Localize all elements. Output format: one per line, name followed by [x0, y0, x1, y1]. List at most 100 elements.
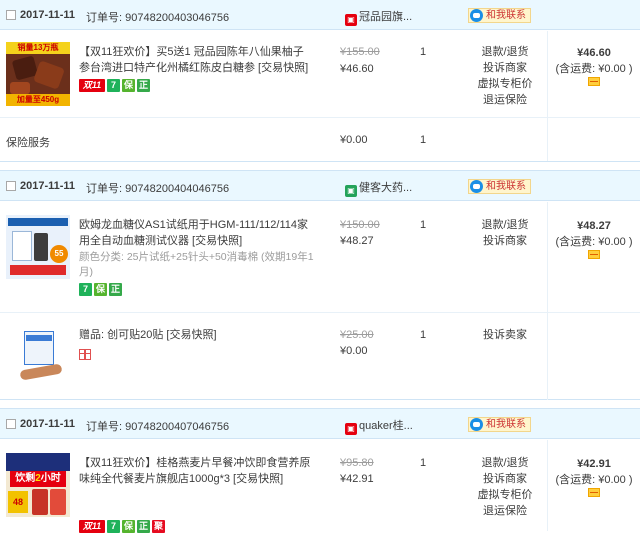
seven-day-return-tag[interactable]: 7	[107, 79, 120, 92]
gift-item: 赠品: 创可贴20贴 [交易快照] ¥25.00 ¥0.00 1 投诉卖家	[0, 313, 640, 399]
guarantee-tag[interactable]: 保	[94, 283, 107, 296]
order-select-checkbox[interactable]	[6, 419, 16, 429]
seven-day-return-tag[interactable]: 7	[107, 520, 120, 533]
product-image[interactable]: 销量13万瓶 加量至450g	[6, 42, 70, 106]
tmall-shop-icon: ▣	[345, 423, 357, 435]
complain-seller-link[interactable]: 投诉卖家	[470, 327, 540, 343]
image-header-bar	[8, 218, 68, 226]
product-image[interactable]: 饮剩2小时 48	[6, 453, 70, 517]
product-title-link[interactable]: 欧姆龙血糖仪AS1试纸用于HGM-111/112/114家用全自动血糖测试仪器 …	[79, 217, 314, 249]
price-badge: 55	[50, 245, 68, 263]
double11-tag[interactable]: 双11	[79, 520, 105, 533]
order-total: ¥42.91	[577, 458, 611, 470]
gift-paid-price: ¥0.00	[340, 345, 368, 357]
order-date: 2017-11-11	[20, 9, 76, 21]
oat-can-2	[50, 489, 66, 515]
order-item: 55 欧姆龙血糖仪AS1试纸用于HGM-111/112/114家用全自动血糖测试…	[0, 201, 640, 313]
complain-seller-link[interactable]: 投诉商家	[470, 471, 540, 487]
guarantee-tag[interactable]: 保	[122, 79, 135, 92]
order-number: 订单号: 90748200404046756	[86, 183, 230, 195]
contact-seller-button[interactable]: 和我联系	[468, 417, 531, 432]
product-title-link[interactable]: 【双11狂欢价】桂格燕麦片早餐冲饮即食营养原味纯全代餐麦片旗舰店1000g*3 …	[79, 455, 314, 487]
credit-card-icon[interactable]	[588, 488, 600, 497]
paid-price: ¥42.91	[340, 473, 374, 485]
quantity: 1	[420, 219, 427, 231]
tmall-shop-icon: ▣	[345, 14, 357, 26]
credit-card-icon[interactable]	[588, 250, 600, 259]
image-slogan: 饮剩2小时	[10, 471, 66, 487]
complain-seller-link[interactable]: 投诉商家	[470, 233, 540, 249]
chat-bubble-icon	[470, 418, 483, 431]
gather-tag[interactable]: 聚	[152, 520, 165, 533]
tmall-shop-icon: ▣	[345, 185, 357, 197]
order-total-column: ¥42.91 (含运费: ¥0.00 )	[547, 440, 640, 531]
image-sub-text: 加量至450g	[6, 94, 70, 106]
freight-note: (含运费: ¥0.00 )	[555, 236, 633, 248]
product-image[interactable]: 55	[6, 215, 70, 279]
quantity: 1	[420, 46, 427, 58]
original-price: ¥155.00	[340, 46, 380, 58]
contact-seller-button[interactable]: 和我联系	[468, 8, 531, 23]
item-actions: 退款/退货 投诉商家 虚拟专柜价 退运保险	[470, 455, 540, 519]
chat-bubble-icon	[470, 180, 483, 193]
service-row: 保险服务 ¥0.00 1	[0, 118, 640, 160]
gift-icon	[79, 349, 91, 360]
seven-day-return-tag[interactable]: 7	[79, 283, 92, 296]
service-tags: 双11 7 保正聚	[79, 520, 167, 534]
gift-box-stripe	[26, 335, 52, 341]
service-price: ¥0.00	[340, 134, 368, 146]
refund-return-link[interactable]: 退款/退货	[470, 455, 540, 471]
product-title-link[interactable]: 【双11狂欢价】买5送1 冠品园陈年八仙果柚子参台湾进口特产化州橘红陈皮白糖参 …	[79, 44, 314, 76]
gift-image[interactable]	[6, 325, 70, 389]
genuine-tag[interactable]: 正	[137, 79, 150, 92]
order-select-checkbox[interactable]	[6, 10, 16, 20]
return-insurance-link[interactable]: 退运保险	[470, 92, 540, 108]
order-header: 2017-11-11 订单号: 90748200404046756 ▣ 健客大药.…	[0, 171, 640, 201]
original-price: ¥150.00	[340, 219, 380, 231]
order-item: 销量13万瓶 加量至450g 【双11狂欢价】买5送1 冠品园陈年八仙果柚子参台…	[0, 30, 640, 118]
genuine-tag[interactable]: 正	[109, 283, 122, 296]
item-actions: 退款/退货 投诉商家 虚拟专柜价 退运保险	[470, 44, 540, 108]
order-select-checkbox[interactable]	[6, 181, 16, 191]
order-total-column: ¥48.27 (含运费: ¥0.00 )	[547, 202, 640, 400]
shop-name-link[interactable]: ▣ 健客大药...	[345, 179, 412, 197]
return-insurance-link[interactable]: 退运保险	[470, 503, 540, 519]
gift-title-link[interactable]: 赠品: 创可贴20贴 [交易快照]	[79, 327, 314, 343]
double11-tag[interactable]: 双11	[79, 79, 105, 92]
original-price: ¥95.80	[340, 457, 374, 469]
shop-name-link[interactable]: ▣ 冠品园旗...	[345, 8, 412, 26]
bandage-shape	[19, 363, 63, 381]
order-total: ¥46.60	[577, 47, 611, 59]
virtual-counter-price-link[interactable]: 虚拟专柜价	[470, 487, 540, 503]
gift-actions: 投诉卖家	[470, 327, 540, 343]
freight-note: (含运费: ¥0.00 )	[555, 63, 633, 75]
insurance-service-label: 保险服务	[6, 137, 50, 149]
contact-seller-button[interactable]: 和我联系	[468, 179, 531, 194]
freight-note: (含运费: ¥0.00 )	[555, 474, 633, 486]
complain-seller-link[interactable]: 投诉商家	[470, 60, 540, 76]
order-2: 2017-11-11 订单号: 90748200404046756 ▣ 健客大药.…	[0, 170, 640, 400]
service-quantity: 1	[420, 134, 427, 146]
shop-name-link[interactable]: ▣ quaker桂...	[345, 417, 413, 435]
order-header: 2017-11-11 订单号: 90748200407046756 ▣ quake…	[0, 409, 640, 439]
guarantee-tag[interactable]: 保	[122, 520, 135, 533]
order-date: 2017-11-11	[20, 418, 76, 430]
image-top-band	[6, 453, 70, 471]
refund-return-link[interactable]: 退款/退货	[470, 217, 540, 233]
order-header: 2017-11-11 订单号: 90748200403046756 ▣ 冠品园旗.…	[0, 0, 640, 30]
gift-original-price: ¥25.00	[340, 329, 374, 341]
credit-card-icon[interactable]	[588, 77, 600, 86]
order-1: 2017-11-11 订单号: 90748200403046756 ▣ 冠品园旗.…	[0, 0, 640, 162]
item-actions: 退款/退货 投诉商家	[470, 217, 540, 249]
service-tags: 双11 7 保正	[79, 79, 152, 93]
order-total: ¥48.27	[577, 220, 611, 232]
refund-return-link[interactable]: 退款/退货	[470, 44, 540, 60]
image-banner-text: 销量13万瓶	[6, 42, 70, 54]
gift-quantity: 1	[420, 329, 427, 341]
oat-can-1	[32, 489, 48, 515]
quantity: 1	[420, 457, 427, 469]
virtual-counter-price-link[interactable]: 虚拟专柜价	[470, 76, 540, 92]
order-3: 2017-11-11 订单号: 90748200407046756 ▣ quake…	[0, 408, 640, 534]
order-item: 饮剩2小时 48 【双11狂欢价】桂格燕麦片早餐冲饮即食营养原味纯全代餐麦片旗舰…	[0, 439, 640, 534]
genuine-tag[interactable]: 正	[137, 520, 150, 533]
